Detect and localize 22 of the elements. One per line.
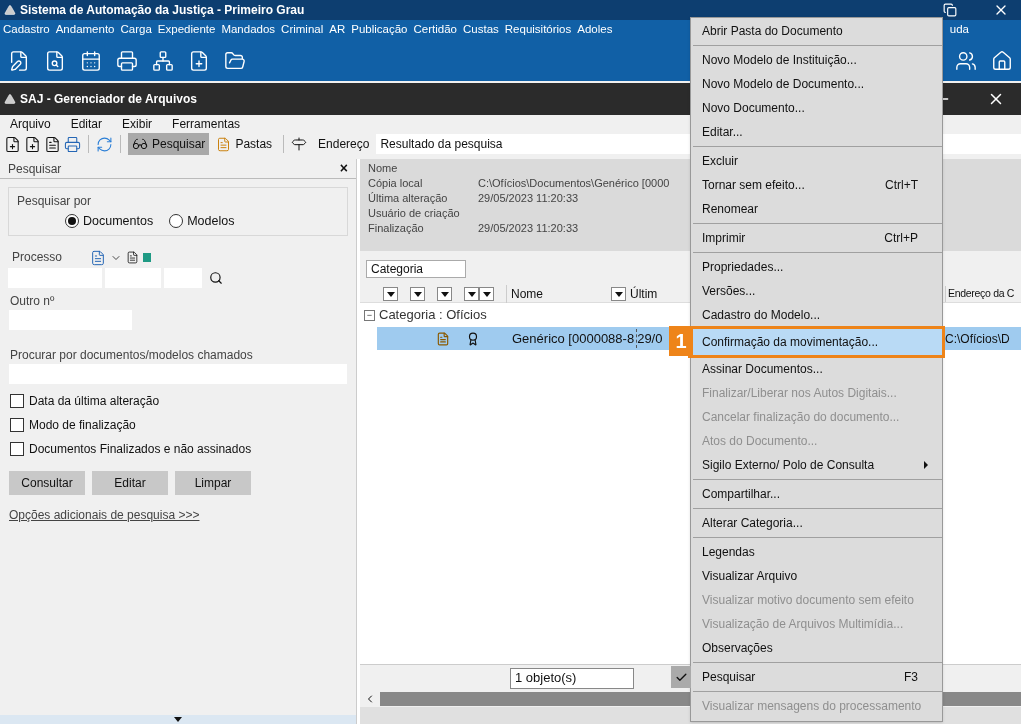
detail-label: Usuário de criação: [368, 206, 461, 221]
window-title: SAJ - Gerenciador de Arquivos: [20, 91, 197, 108]
group-label: Pesquisar por: [17, 193, 93, 210]
app-title: Sistema de Automação da Justiça - Primeiro Grau: [20, 2, 305, 19]
status-field: 1 objeto(s): [510, 667, 634, 689]
detail-value: 29/05/2023 11:20:33: [478, 221, 579, 236]
detail-label: Finalização: [368, 221, 425, 236]
detail-label: Nome: [368, 161, 399, 176]
panel-title: Pesquisar: [8, 160, 62, 178]
table-cell-text: C:\Ofícios\D: [945, 330, 1011, 348]
detail-value: 29/05/2023 11:20:33: [478, 191, 579, 206]
field-label: Procurar por documentos/modelos chamados: [10, 346, 254, 364]
address-label: Endereço: [318, 136, 370, 153]
detail-label: Cópia local: [368, 176, 424, 191]
field-label: Processo: [12, 248, 63, 266]
table-cell-text: Genérico [0000088-8: [512, 329, 635, 348]
field-label: Outro nº: [10, 292, 56, 310]
detail-label: Última alteração: [368, 191, 449, 206]
step-badge: 1: [669, 326, 693, 356]
group-label: Categoria : Ofícios: [379, 306, 487, 325]
table-cell: 29/0: [636, 328, 663, 349]
detail-value: C:\Ofícios\Documentos\Genérico [0000: [478, 176, 670, 191]
